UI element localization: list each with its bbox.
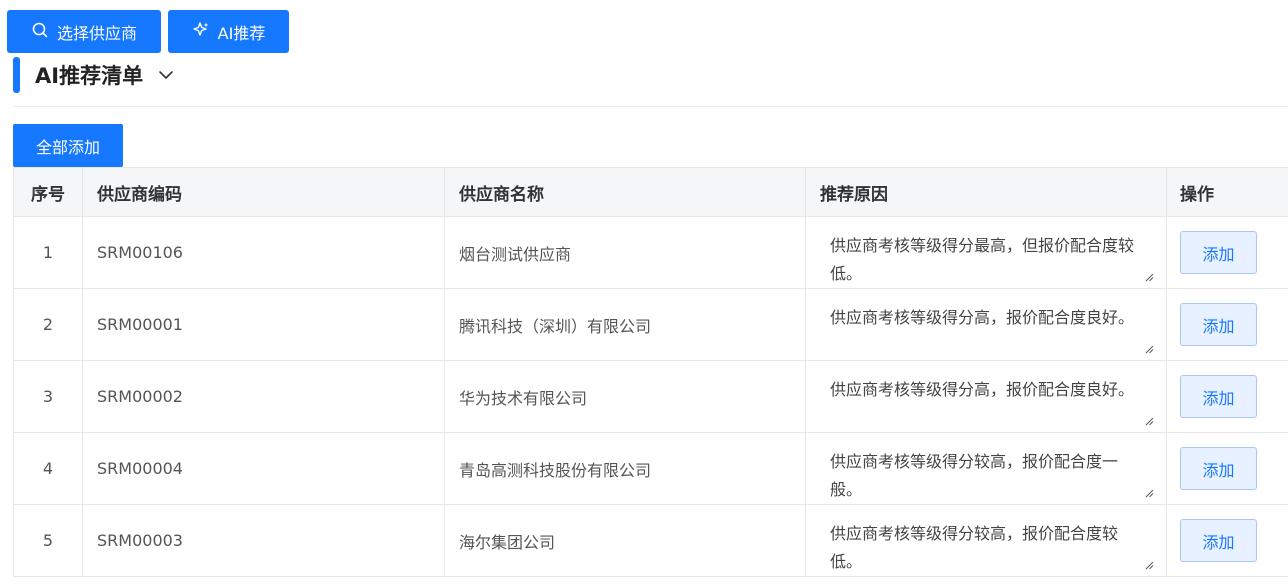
add-button[interactable]: 添加 (1180, 519, 1257, 562)
row-reason-cell: 供应商考核等级得分较高，报价配合度一般。 (805, 433, 1166, 504)
add-button[interactable]: 添加 (1180, 447, 1257, 490)
sparkle-icon (192, 21, 210, 43)
row-index: 4 (13, 433, 82, 504)
ai-recommend-label: AI推荐 (217, 23, 266, 43)
reason-textarea[interactable]: 供应商考核等级得分高，报价配合度良好。 (816, 293, 1156, 356)
row-index: 1 (13, 217, 82, 288)
table-header: 序号 供应商编码 供应商名称 推荐原因 操作 (13, 167, 1288, 217)
row-code: SRM00004 (82, 433, 444, 504)
add-button[interactable]: 添加 (1180, 375, 1257, 418)
header-reason: 推荐原因 (805, 168, 1166, 216)
resize-handle-icon[interactable] (1144, 344, 1154, 354)
reason-text: 供应商考核等级得分最高，但报价配合度较低。 (830, 235, 1135, 283)
search-icon (31, 21, 49, 43)
select-supplier-label: 选择供应商 (56, 23, 137, 43)
row-code: SRM00001 (82, 289, 444, 360)
recommend-table: 序号 供应商编码 供应商名称 推荐原因 操作 1 SRM00106 烟台测试供应… (13, 167, 1288, 577)
row-index: 3 (13, 361, 82, 432)
row-index: 2 (13, 289, 82, 360)
table-row: 2 SRM00001 腾讯科技（深圳）有限公司 供应商考核等级得分高，报价配合度… (13, 289, 1288, 361)
table-row: 1 SRM00106 烟台测试供应商 供应商考核等级得分最高，但报价配合度较低。… (13, 217, 1288, 289)
resize-handle-icon[interactable] (1144, 272, 1154, 282)
row-reason-cell: 供应商考核等级得分最高，但报价配合度较低。 (805, 217, 1166, 288)
row-name: 青岛高测科技股份有限公司 (444, 433, 805, 504)
add-all-button[interactable]: 全部添加 (13, 124, 123, 167)
reason-text: 供应商考核等级得分较高，报价配合度较低。 (830, 523, 1119, 571)
reason-textarea[interactable]: 供应商考核等级得分高，报价配合度良好。 (816, 365, 1156, 428)
row-code: SRM00106 (82, 217, 444, 288)
add-button[interactable]: 添加 (1180, 231, 1257, 274)
row-reason-cell: 供应商考核等级得分较高，报价配合度较低。 (805, 505, 1166, 576)
row-action-cell: 添加 (1166, 505, 1288, 576)
reason-textarea[interactable]: 供应商考核等级得分较高，报价配合度一般。 (816, 437, 1156, 500)
ai-recommend-panel: 选择供应商 AI推荐 AI推荐清单 全部添加 序号 供应商编码 供应商名称 推荐… (0, 0, 1288, 586)
table-row: 4 SRM00004 青岛高测科技股份有限公司 供应商考核等级得分较高，报价配合… (13, 433, 1288, 505)
header-name: 供应商名称 (444, 168, 805, 216)
add-button[interactable]: 添加 (1180, 303, 1257, 346)
table-row: 5 SRM00003 海尔集团公司 供应商考核等级得分较高，报价配合度较低。 添… (13, 505, 1288, 577)
reason-text: 供应商考核等级得分高，报价配合度良好。 (830, 307, 1135, 327)
row-action-cell: 添加 (1166, 217, 1288, 288)
ai-recommend-button[interactable]: AI推荐 (168, 10, 289, 53)
row-reason-cell: 供应商考核等级得分高，报价配合度良好。 (805, 289, 1166, 360)
reason-textarea[interactable]: 供应商考核等级得分最高，但报价配合度较低。 (816, 221, 1156, 284)
header-index: 序号 (13, 168, 82, 216)
section-divider (13, 106, 1288, 107)
row-action-cell: 添加 (1166, 433, 1288, 504)
row-name: 海尔集团公司 (444, 505, 805, 576)
reason-textarea[interactable]: 供应商考核等级得分较高，报价配合度较低。 (816, 509, 1156, 572)
select-supplier-button[interactable]: 选择供应商 (7, 10, 161, 53)
toolbar: 选择供应商 AI推荐 (7, 10, 289, 53)
header-code: 供应商编码 (82, 168, 444, 216)
row-index: 5 (13, 505, 82, 576)
section-header[interactable]: AI推荐清单 (13, 57, 1288, 93)
row-name: 华为技术有限公司 (444, 361, 805, 432)
chevron-down-icon[interactable] (157, 66, 175, 84)
section-title: AI推荐清单 (35, 64, 144, 88)
row-name: 腾讯科技（深圳）有限公司 (444, 289, 805, 360)
row-reason-cell: 供应商考核等级得分高，报价配合度良好。 (805, 361, 1166, 432)
row-action-cell: 添加 (1166, 361, 1288, 432)
section-accent-bar (13, 57, 20, 93)
row-code: SRM00003 (82, 505, 444, 576)
resize-handle-icon[interactable] (1144, 416, 1154, 426)
row-action-cell: 添加 (1166, 289, 1288, 360)
reason-text: 供应商考核等级得分较高，报价配合度一般。 (830, 451, 1119, 499)
row-name: 烟台测试供应商 (444, 217, 805, 288)
row-code: SRM00002 (82, 361, 444, 432)
resize-handle-icon[interactable] (1144, 488, 1154, 498)
table-row: 3 SRM00002 华为技术有限公司 供应商考核等级得分高，报价配合度良好。 … (13, 361, 1288, 433)
resize-handle-icon[interactable] (1144, 560, 1154, 570)
reason-text: 供应商考核等级得分高，报价配合度良好。 (830, 379, 1135, 399)
header-action: 操作 (1166, 168, 1288, 216)
